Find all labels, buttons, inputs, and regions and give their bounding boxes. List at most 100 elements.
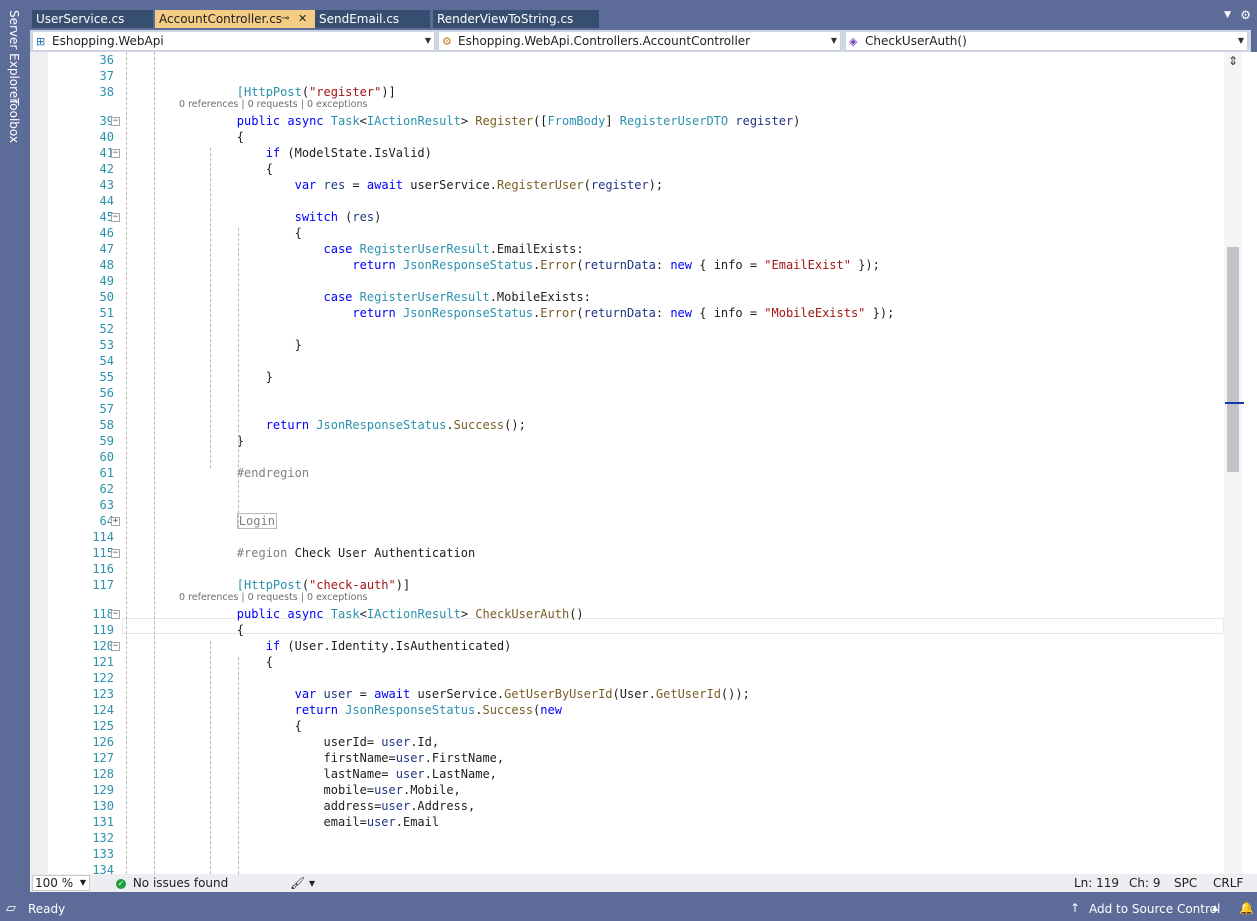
code-text: }	[179, 434, 245, 448]
ready-text: Ready	[28, 902, 66, 916]
line-number: 62	[99, 482, 114, 496]
code-editor[interactable]: 36 37 38 [HttpPost("register")] 0 reference…	[30, 52, 1257, 874]
column-indicator[interactable]: Ch: 9	[1129, 874, 1160, 892]
tab-renderviewtostring[interactable]: RenderViewToString.cs	[433, 10, 599, 28]
codelens-indicators[interactable]: 0 references | 0 requests | 0 exceptions	[179, 99, 367, 111]
code-text: return JsonResponseStatus.Success(new	[294, 703, 562, 717]
navigation-bar: ⊞ Eshopping.WebApi ▼ ⚙ Eshopping.WebApi.Co…	[30, 30, 1251, 52]
chevron-down-icon: ▼	[79, 878, 86, 887]
code-text: public async Task<IActionResult> CheckUs…	[236, 607, 584, 621]
line-number: 115	[92, 546, 114, 560]
collapse-icon[interactable]: −	[111, 549, 120, 558]
line-number: 132	[92, 831, 114, 845]
code-text: }	[179, 338, 302, 352]
collapse-icon[interactable]: −	[111, 117, 120, 126]
chevron-up-icon[interactable]: ▲	[1212, 903, 1218, 912]
line-number: 42	[99, 162, 114, 176]
tab-sendemail[interactable]: SendEmail.cs	[315, 10, 430, 28]
code-text: lastName= user.LastName,	[179, 767, 497, 781]
code-text: }	[179, 370, 273, 384]
line-number: 122	[92, 671, 114, 685]
tab-overflow-chevron-icon[interactable]: ▼	[1224, 10, 1231, 20]
code-text: firstName=user.FirstName,	[179, 751, 505, 765]
line-number: 129	[92, 783, 114, 797]
collapse-icon[interactable]: −	[111, 213, 120, 222]
code-text: var res = await userService.RegisterUser…	[294, 178, 664, 192]
line-number: 130	[92, 799, 114, 813]
zoom-dropdown[interactable]: 100 % ▼	[32, 875, 90, 891]
line-number: 119	[92, 623, 114, 637]
line-number: 60	[99, 450, 114, 464]
line-number: 39	[99, 114, 114, 128]
settings-gear-icon[interactable]: ⚙	[1240, 8, 1251, 22]
project-icon: ⊞	[36, 35, 46, 48]
code-text: public async Task<IActionResult> Registe…	[236, 114, 801, 128]
line-number: 38	[99, 85, 114, 99]
tab-label: AccountController.cs	[159, 12, 283, 26]
line-number: 51	[99, 306, 114, 320]
editor-left-margin	[30, 52, 48, 874]
line-number: 40	[99, 130, 114, 144]
line-ending-indicator[interactable]: CRLF	[1213, 874, 1243, 892]
line-number: 44	[99, 194, 114, 208]
code-text: email=user.Email	[179, 815, 440, 829]
zoom-value: 100 %	[35, 876, 74, 890]
collapse-icon[interactable]: −	[111, 149, 120, 158]
server-explorer-tab[interactable]: Server Explorer	[7, 10, 21, 103]
toolbox-tab[interactable]: Toolbox	[7, 98, 21, 143]
class-icon: ⚙	[442, 35, 452, 48]
editor-status-row: 100 % ▼ ✓ No issues found 🖌 ▾ Ln: 119 Ch…	[30, 874, 1257, 892]
code-text: [HttpPost("check-auth")]	[236, 578, 411, 592]
line-number: 56	[99, 386, 114, 400]
indent-guide	[210, 148, 211, 468]
line-number: 133	[92, 847, 114, 861]
line-number: 124	[92, 703, 114, 717]
project-dropdown[interactable]: ⊞ Eshopping.WebApi ▼	[32, 31, 435, 51]
line-number: 114	[92, 530, 114, 544]
chevron-down-icon: ▼	[830, 36, 837, 45]
line-number: 127	[92, 751, 114, 765]
code-text: case RegisterUserResult.MobileExists:	[323, 290, 591, 304]
line-number: 57	[99, 402, 114, 416]
whitespace-indicator[interactable]: SPC	[1174, 874, 1197, 892]
code-text: {	[179, 130, 245, 144]
left-tool-strip: Server Explorer Toolbox	[0, 0, 30, 895]
line-number: 64	[99, 514, 114, 528]
code-text: Login	[236, 513, 277, 529]
split-editor-icon[interactable]: ⇕	[1226, 54, 1240, 68]
pin-icon[interactable]: ⊸	[281, 10, 289, 28]
upload-arrow-icon: ↑	[1070, 901, 1081, 915]
method-icon: ◈	[849, 35, 858, 48]
close-icon[interactable]: ✕	[298, 10, 307, 28]
line-number: 126	[92, 735, 114, 749]
expand-icon[interactable]: +	[111, 517, 120, 526]
line-number: 53	[99, 338, 114, 352]
issues-label: No issues found	[132, 876, 229, 890]
line-number: 118	[92, 607, 114, 621]
code-text: {	[179, 655, 273, 669]
issues-indicator[interactable]: ✓ No issues found	[116, 874, 228, 892]
tab-userservice[interactable]: UserService.cs	[32, 10, 153, 28]
tab-label: RenderViewToString.cs	[437, 12, 574, 26]
member-dropdown[interactable]: ◈ CheckUserAuth() ▼	[845, 31, 1248, 51]
code-text: return JsonResponseStatus.Error(returnDa…	[352, 258, 880, 272]
notification-bell-icon[interactable]: 🔔	[1239, 901, 1254, 915]
cleanup-brush-icon[interactable]: 🖌 ▾	[290, 874, 315, 892]
line-number: 52	[99, 322, 114, 336]
type-dropdown[interactable]: ⚙ Eshopping.WebApi.Controllers.AccountCon…	[438, 31, 841, 51]
line-number: 116	[92, 562, 114, 576]
codelens-indicators[interactable]: 0 references | 0 requests | 0 exceptions	[179, 592, 367, 604]
line-number: 120	[92, 639, 114, 653]
code-text: userId= user.Id,	[179, 735, 440, 749]
vertical-scrollbar[interactable]	[1224, 52, 1242, 874]
tab-accountcontroller[interactable]: AccountController.cs ⊸ ✕	[155, 10, 316, 28]
scrollbar-thumb[interactable]	[1227, 247, 1239, 472]
collapse-icon[interactable]: −	[111, 610, 120, 619]
line-number: 59	[99, 434, 114, 448]
tab-label: UserService.cs	[36, 12, 125, 26]
indent-guide	[154, 52, 155, 874]
add-to-source-control-button[interactable]: Add to Source Control	[1089, 902, 1220, 916]
line-number: 55	[99, 370, 114, 384]
collapse-icon[interactable]: −	[111, 642, 120, 651]
line-indicator[interactable]: Ln: 119	[1074, 874, 1119, 892]
